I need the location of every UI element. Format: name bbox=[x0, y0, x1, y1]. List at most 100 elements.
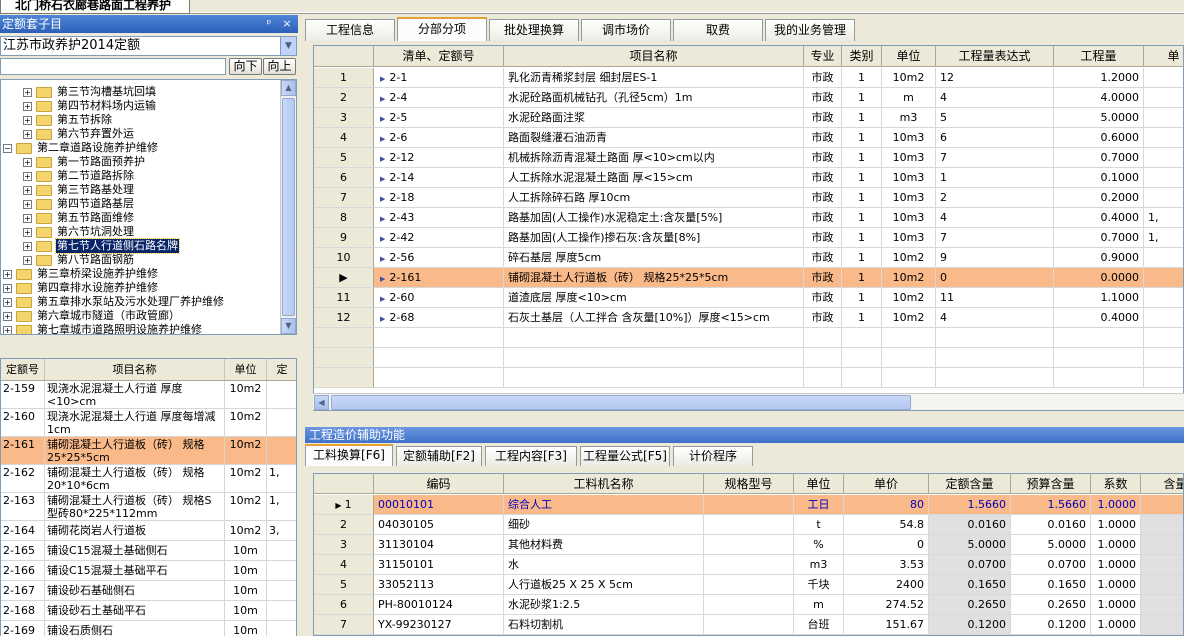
scroll-up-icon[interactable]: ▲ bbox=[281, 80, 296, 96]
expand-toggle-icon[interactable]: + bbox=[23, 116, 32, 125]
column-header[interactable]: 项目名称 bbox=[45, 359, 225, 380]
expand-arrow-icon[interactable]: ▶ bbox=[380, 250, 385, 267]
cell-name[interactable]: 路基加固(人工操作)掺石灰:含灰量[8%] bbox=[504, 228, 804, 248]
column-header[interactable]: 预算含量 bbox=[1011, 474, 1091, 494]
expand-arrow-icon[interactable]: ▶ bbox=[380, 70, 385, 87]
cell-expr[interactable]: 5 bbox=[936, 108, 1054, 128]
expand-toggle-icon[interactable]: + bbox=[23, 172, 32, 181]
cell-name[interactable]: 道渣底层 厚度<10>cm bbox=[504, 288, 804, 308]
column-header[interactable]: 编码 bbox=[374, 474, 504, 494]
tree-node[interactable]: + 第五章排水泵站及污水处理厂养护维修 bbox=[1, 295, 281, 309]
table-row[interactable]: 2 ▶ 2-4 水泥砼路面机械钻孔（孔径5cm）1m 市政 1 m 4 4.0000 bbox=[314, 88, 1183, 108]
quota-library-select[interactable]: 江苏市政养护2014定额 ▼ bbox=[0, 36, 297, 56]
expand-toggle-icon[interactable]: + bbox=[23, 186, 32, 195]
expand-arrow-icon[interactable]: ▶ bbox=[380, 190, 385, 207]
expand-toggle-icon[interactable]: + bbox=[3, 270, 12, 279]
tree-node[interactable]: + 第八节路面钢筋 bbox=[1, 253, 281, 267]
expand-arrow-icon[interactable]: ▶ bbox=[380, 110, 385, 127]
expand-toggle-icon[interactable]: + bbox=[23, 200, 32, 209]
column-header[interactable]: 专业 bbox=[804, 46, 842, 67]
table-row[interactable]: 1 ▶ 2-1 乳化沥青稀浆封层 细封层ES-1 市政 1 10m2 12 1.2000 bbox=[314, 68, 1183, 88]
tab-aux-4[interactable]: 计价程序 bbox=[673, 446, 753, 466]
table-row[interactable]: 2-164 铺砌花岗岩人行道板 10m2 3, bbox=[1, 521, 296, 541]
close-icon[interactable]: × bbox=[280, 15, 294, 33]
tree-node[interactable]: + 第七节人行道侧石路名牌 bbox=[1, 238, 281, 254]
cell-name[interactable]: 人工拆除水泥混凝土路面 厚<15>cm bbox=[504, 168, 804, 188]
cell-name[interactable]: 水泥砼路面注浆 bbox=[504, 108, 804, 128]
expand-toggle-icon[interactable]: + bbox=[23, 130, 32, 139]
expand-toggle-icon[interactable]: + bbox=[23, 102, 32, 111]
scroll-left-icon[interactable]: ◀ bbox=[314, 395, 329, 410]
tab-aux-1[interactable]: 定额辅助[F2] bbox=[396, 446, 482, 466]
column-header[interactable] bbox=[314, 46, 374, 67]
expand-toggle-icon[interactable]: + bbox=[23, 228, 32, 237]
column-header[interactable]: 含量 bbox=[1141, 474, 1183, 494]
grid-horizontal-scrollbar[interactable]: ◀ bbox=[313, 393, 1184, 410]
table-row[interactable]: 5 ▶ 2-12 机械拆除沥青混凝土路面 厚<10>cm以内 市政 1 10m3 7 0.700… bbox=[314, 148, 1183, 168]
column-header[interactable]: 工程量表达式 bbox=[936, 46, 1054, 67]
table-row[interactable]: 2-167 铺设砂石基础侧石 10m bbox=[1, 581, 296, 601]
tree-node[interactable]: + 第三节沟槽基坑回填 bbox=[1, 85, 281, 99]
table-row[interactable]: 4 ▶ 2-6 路面裂缝灌石油沥青 市政 1 10m3 6 0.6000 bbox=[314, 128, 1183, 148]
tree-node[interactable]: − 第二章道路设施养护维修 bbox=[1, 141, 281, 155]
tree-node[interactable]: + 第二节道路拆除 bbox=[1, 169, 281, 183]
tree-node[interactable]: + 第六节坑洞处理 bbox=[1, 225, 281, 239]
table-row[interactable]: 2-169 铺设石质侧石 10m bbox=[1, 621, 296, 636]
cell-coef[interactable]: 1.0000 bbox=[1091, 615, 1141, 635]
cell-name[interactable]: 人工拆除碎石路 厚10cm bbox=[504, 188, 804, 208]
cell-name[interactable]: 机械拆除沥青混凝土路面 厚<10>cm以内 bbox=[504, 148, 804, 168]
expand-arrow-icon[interactable]: ▶ bbox=[380, 290, 385, 307]
cell-budget[interactable]: 5.0000 bbox=[1011, 535, 1091, 555]
expand-toggle-icon[interactable]: + bbox=[3, 326, 12, 334]
expand-toggle-icon[interactable]: + bbox=[23, 242, 32, 251]
tree-node[interactable]: + 第五节路面维修 bbox=[1, 211, 281, 225]
panel-splitter[interactable] bbox=[298, 15, 305, 636]
cell-name[interactable]: 碎石基层 厚度5cm bbox=[504, 248, 804, 268]
cell-price[interactable]: 80 bbox=[844, 495, 929, 515]
expand-toggle-icon[interactable]: + bbox=[3, 312, 12, 321]
tree-node[interactable]: + 第七章城市道路照明设施养护维修 bbox=[1, 323, 281, 334]
cell-price[interactable]: 2400 bbox=[844, 575, 929, 595]
table-row[interactable]: 2-161 铺砌混凝土人行道板（砖） 规格25*25*5cm 10m2 bbox=[1, 437, 296, 465]
cell-expr[interactable]: 2 bbox=[936, 188, 1054, 208]
tree-node[interactable]: + 第六节弃置外运 bbox=[1, 127, 281, 141]
cell-expr[interactable]: 4 bbox=[936, 308, 1054, 328]
table-row[interactable]: 5 33052113 人行道板25 X 25 X 5cm 千块 2400 0.1650 0.… bbox=[314, 575, 1183, 595]
expand-arrow-icon[interactable]: ▶ bbox=[380, 130, 385, 147]
cell-coef[interactable]: 1.0000 bbox=[1091, 555, 1141, 575]
table-row[interactable]: 2 04030105 细砂 t 54.8 0.0160 0.0160 1.0000 bbox=[314, 515, 1183, 535]
tree-node[interactable]: + 第六章城市隧道（市政管廊） bbox=[1, 309, 281, 323]
expand-toggle-icon[interactable]: + bbox=[3, 284, 12, 293]
cell-expr[interactable]: 4 bbox=[936, 88, 1054, 108]
cell-budget[interactable]: 0.1200 bbox=[1011, 615, 1091, 635]
table-row[interactable]: 4 31150101 水 m3 3.53 0.0700 0.0700 1.0000 bbox=[314, 555, 1183, 575]
tree-node[interactable]: + 第三章桥梁设施养护维修 bbox=[1, 267, 281, 281]
cell-expr[interactable]: 11 bbox=[936, 288, 1054, 308]
cell-name[interactable]: 路面裂缝灌石油沥青 bbox=[504, 128, 804, 148]
cell-expr[interactable]: 7 bbox=[936, 228, 1054, 248]
tree-scroll-thumb[interactable] bbox=[282, 98, 295, 316]
column-header[interactable]: 项目名称 bbox=[504, 46, 804, 67]
column-header[interactable]: 单 bbox=[1144, 46, 1183, 67]
cell-coef[interactable]: 1.0000 bbox=[1091, 535, 1141, 555]
column-header[interactable] bbox=[314, 474, 374, 494]
cell-coef[interactable]: 1.0000 bbox=[1091, 515, 1141, 535]
cell-name[interactable]: 铺砌混凝土人行道板（砖） 规格25*25*5cm bbox=[504, 268, 804, 288]
table-row[interactable]: 8 ▶ 2-43 路基加固(人工操作)水泥稳定土:含灰量[5%] 市政 1 10m3 4 0.4… bbox=[314, 208, 1183, 228]
tree-node[interactable]: + 第五节拆除 bbox=[1, 113, 281, 127]
tab-aux-2[interactable]: 工程内容[F3] bbox=[485, 446, 577, 466]
expand-arrow-icon[interactable]: ▶ bbox=[380, 270, 385, 287]
document-tab[interactable]: 北门桥石衣廊巷路面工程养护 bbox=[0, 0, 190, 14]
cell-name[interactable]: 水泥砼路面机械钻孔（孔径5cm）1m bbox=[504, 88, 804, 108]
tab-main-5[interactable]: 我的业务管理 bbox=[765, 19, 855, 41]
tab-main-3[interactable]: 调市场价 bbox=[581, 19, 671, 41]
cell-coef[interactable]: 1.0000 bbox=[1091, 495, 1141, 515]
column-header[interactable]: 定 bbox=[267, 359, 296, 380]
table-row[interactable]: 6 PH-80010124 水泥砂浆1:2.5 m 274.52 0.2650 0.2650… bbox=[314, 595, 1183, 615]
table-row[interactable]: 10 ▶ 2-56 碎石基层 厚度5cm 市政 1 10m2 9 0.9000 bbox=[314, 248, 1183, 268]
cell-expr[interactable]: 0 bbox=[936, 268, 1054, 288]
tree-node[interactable]: + 第一节路面预养护 bbox=[1, 155, 281, 169]
cell-budget[interactable]: 0.0160 bbox=[1011, 515, 1091, 535]
cell-coef[interactable]: 1.0000 bbox=[1091, 575, 1141, 595]
table-row[interactable]: 12 ▶ 2-68 石灰土基层（人工拌合 含灰量[10%]）厚度<15>cm 市政 1 10… bbox=[314, 308, 1183, 328]
